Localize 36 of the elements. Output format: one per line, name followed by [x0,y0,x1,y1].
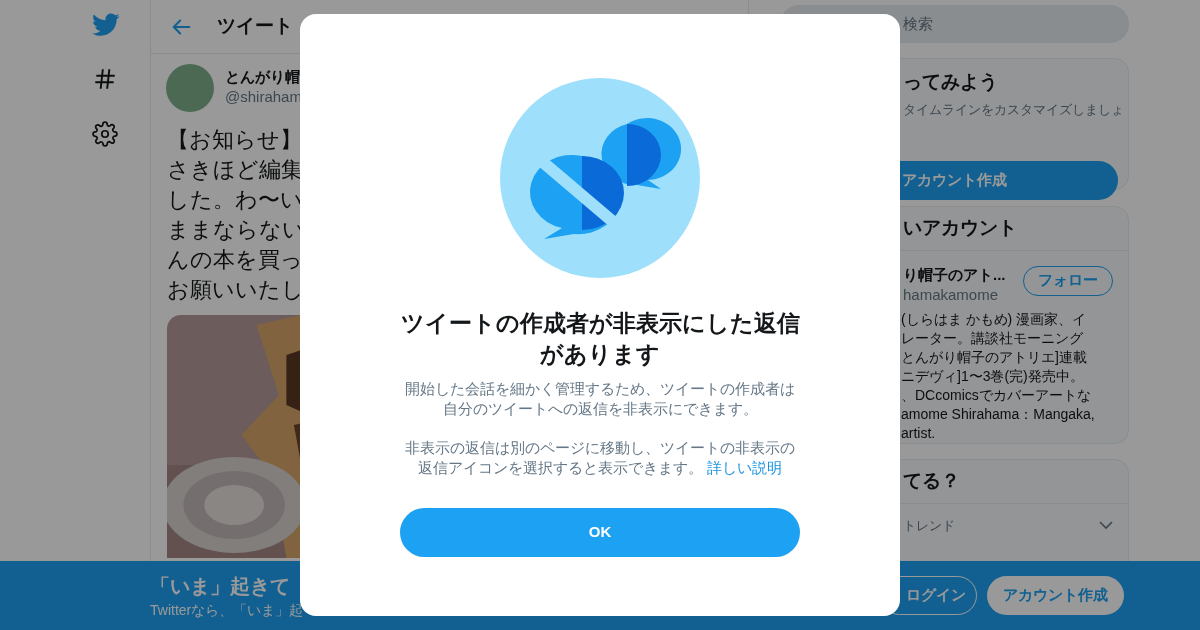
user-bio-line: とんがり帽子のアトリエ]連載 [901,347,1087,367]
settings-icon[interactable] [92,121,118,147]
tweet-text-line: んの本を買っ [167,246,303,274]
bird-logo-icon[interactable] [92,13,120,37]
bottom-bar-text: Twitterなら、「いま」起 [150,600,304,620]
tweet-text-line: 【お知らせ】 [167,126,302,154]
user-handle: hamakamome [903,284,1000,305]
tweet-text-line: さきほど編集 [167,156,303,184]
tweet-text-line: した。わ〜い [167,186,303,214]
user-bio-line: amome Shirahama：Mangaka, [901,404,1095,424]
ok-button[interactable]: OK [400,508,800,557]
page-title: ツイート [217,14,293,39]
card-title: いアカウント [903,215,1017,240]
user-bio-line: (しらはま かもめ) 漫画家、イ [901,309,1087,329]
chevron-down-icon[interactable] [1099,520,1113,531]
avatar[interactable] [166,64,214,112]
dialog-text: 非表示の返信は別のページに移動し、ツイートの非表示の返信アイコンを選択すると表示できます。 詳しい説明 [404,438,796,478]
user-bio-line: 、DCcomicsでカバーアートな [901,385,1091,405]
user-bio-line: レーター。講談社モーニング [901,328,1083,348]
card-title: てる？ [903,468,960,493]
user-bio-line: ニデヴィ]1〜3巻(完)発売中。 [901,366,1084,386]
dialog-text: 開始した会話を細かく管理するため、ツイートの作成者は自分のツイートへの返信を非表示にできます。 [404,379,796,419]
author-handle: @shiraham [225,87,302,107]
card-text: タイムラインをカスタマイズしましょ [903,100,1124,119]
dialog-title: ツイートの作成者が非表示にした返信があります [400,309,800,369]
tweet-text-line: お願いいたし [167,276,304,304]
hidden-replies-icon [500,78,700,278]
card-title: ってみよう [903,69,998,94]
trends-subtitle: トレンド [903,516,955,535]
hashtag-icon[interactable] [92,66,118,92]
author-name[interactable]: とんがり帽 [225,67,302,87]
learn-more-link[interactable]: 詳しい説明 [707,459,783,476]
signup-button[interactable]: アカウント作成 [987,576,1124,615]
user-name[interactable]: り帽子のアト... [903,264,1006,285]
bottom-bar-title: 「いま」起きて [150,573,290,599]
user-bio-line: artist. [901,423,936,443]
